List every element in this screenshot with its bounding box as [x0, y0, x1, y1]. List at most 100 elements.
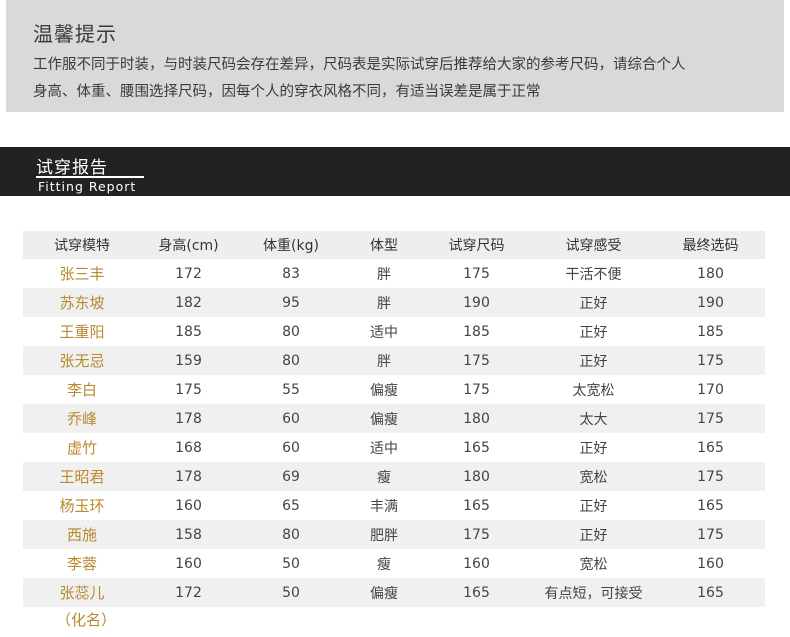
model-name-cell: 张无忌	[59, 352, 105, 370]
table-cell: 175	[463, 381, 490, 398]
notice-body: 工作服不同于时装，与时装尺码会存在差异，尺码表是实际试穿后推荐给大家的参考尺码，…	[33, 52, 778, 106]
table-cell: 正好	[579, 324, 608, 341]
table-cell: 178	[175, 410, 202, 427]
table-cell: 175	[697, 526, 724, 543]
table-body: 张三丰 172 83 胖 175 干活不便 180 苏东坡 182 95 胖 190 正好 190 王重阳 1…	[23, 259, 765, 607]
model-name-cell: 杨玉环	[59, 497, 105, 515]
table-row: 苏东坡 182 95 胖 190 正好 190	[23, 288, 765, 317]
table-cell: 正好	[579, 527, 608, 544]
table-cell: 165	[463, 584, 490, 601]
table-cell: 190	[697, 294, 724, 311]
alias-note: （化名）	[56, 611, 117, 629]
header-cell: 试穿尺码	[448, 238, 505, 254]
table-cell: 60	[282, 439, 300, 456]
table-cell: 160	[697, 555, 724, 572]
model-name-cell: 虚竹	[66, 439, 97, 457]
table-cell: 正好	[579, 353, 608, 370]
table-cell: 宽松	[579, 556, 608, 573]
table-row: 李白 175 55 偏瘦 175 太宽松 170	[23, 375, 765, 404]
table-cell: 165	[463, 439, 490, 456]
table-cell: 165	[697, 584, 724, 601]
table-cell: 168	[175, 439, 202, 456]
table-cell: 160	[175, 497, 202, 514]
model-name-cell: 王重阳	[59, 323, 105, 341]
fitting-table: 试穿模特 身高(cm) 体重(kg) 体型 试穿尺码 试穿感受 最终选码 张三丰…	[23, 231, 765, 607]
table-cell: 165	[697, 497, 724, 514]
table-cell: 丰满	[370, 498, 398, 515]
table-row: 虚竹 168 60 适中 165 正好 165	[23, 433, 765, 462]
notice-panel: 温馨提示 工作服不同于时装，与时装尺码会存在差异，尺码表是实际试穿后推荐给大家的…	[6, 0, 784, 112]
table-cell: 165	[697, 439, 724, 456]
table-cell: 158	[175, 526, 202, 543]
table-cell: 175	[463, 265, 490, 282]
table-row: 王昭君 178 69 瘦 180 宽松 175	[23, 462, 765, 491]
table-cell: 偏瘦	[370, 382, 398, 399]
table-row: 张三丰 172 83 胖 175 干活不便 180	[23, 259, 765, 288]
table-cell: 瘦	[377, 469, 391, 486]
table-row: 杨玉环 160 65 丰满 165 正好 165	[23, 491, 765, 520]
table-cell: 95	[282, 294, 300, 311]
table-cell: 180	[463, 468, 490, 485]
table-cell: 肥胖	[370, 527, 398, 544]
table-cell: 160	[463, 555, 490, 572]
table-cell: 185	[175, 323, 202, 340]
table-cell: 175	[463, 526, 490, 543]
notice-title: 温馨提示	[33, 22, 117, 46]
table-cell: 83	[282, 265, 300, 282]
table-cell: 165	[463, 497, 490, 514]
table-cell: 175	[697, 468, 724, 485]
table-row: 张无忌 159 80 胖 175 正好 175	[23, 346, 765, 375]
model-name-cell: 李蓉	[66, 555, 97, 573]
table-cell: 适中	[370, 324, 398, 341]
header-cell: 试穿模特	[54, 238, 110, 254]
model-name-cell: 张三丰	[59, 265, 105, 283]
table-cell: 180	[697, 265, 724, 282]
notice-line-2: 身高、体重、腰围选择尺码，因每个人的穿衣风格不同，有适当误差是属于正常	[33, 84, 541, 100]
table-cell: 太大	[579, 411, 608, 428]
table-cell: 172	[175, 584, 202, 601]
table-cell: 175	[697, 352, 724, 369]
table-cell: 干活不便	[565, 266, 622, 283]
table-cell: 159	[175, 352, 202, 369]
table-cell: 60	[282, 410, 300, 427]
table-row: 王重阳 185 80 适中 185 正好 185	[23, 317, 765, 346]
table-cell: 185	[697, 323, 724, 340]
table-cell: 宽松	[579, 469, 608, 486]
header-cell: 身高(cm)	[158, 238, 219, 254]
header-cell: 体型	[370, 238, 398, 254]
table-header-row: 试穿模特 身高(cm) 体重(kg) 体型 试穿尺码 试穿感受 最终选码	[23, 231, 765, 259]
table-cell: 69	[282, 468, 300, 485]
table-cell: 178	[175, 468, 202, 485]
table-cell: 65	[282, 497, 300, 514]
table-row: 李蓉 160 50 瘦 160 宽松 160	[23, 549, 765, 578]
table-cell: 正好	[579, 295, 608, 312]
table-cell: 适中	[370, 440, 398, 457]
banner-title-cn: 试穿报告	[36, 158, 108, 178]
table-cell: 80	[282, 323, 300, 340]
table-cell: 正好	[579, 440, 608, 457]
header-cell: 体重(kg)	[263, 238, 319, 254]
table-row: 乔峰 178 60 偏瘦 180 太大 175	[23, 404, 765, 433]
header-cell: 试穿感受	[565, 238, 622, 254]
table-cell: 175	[463, 352, 490, 369]
table-cell: 180	[463, 410, 490, 427]
table-cell: 185	[463, 323, 490, 340]
table-cell: 55	[282, 381, 300, 398]
table-cell: 172	[175, 265, 202, 282]
table-cell: 190	[463, 294, 490, 311]
table-cell: 瘦	[377, 556, 391, 573]
model-name-cell: 乔峰	[66, 410, 97, 428]
table-cell: 有点短，可接受	[544, 585, 643, 602]
table-cell: 胖	[377, 295, 391, 312]
table-cell: 偏瘦	[370, 585, 398, 602]
table-cell: 160	[175, 555, 202, 572]
table-cell: 175	[697, 410, 724, 427]
table-cell: 182	[175, 294, 202, 311]
table-cell: 80	[282, 352, 300, 369]
table-cell: 正好	[579, 498, 608, 515]
table-cell: 80	[282, 526, 300, 543]
banner-title-en: Fitting Report	[38, 179, 137, 194]
model-name-cell: 李白	[66, 381, 97, 399]
table-cell: 50	[282, 584, 300, 601]
model-name-cell: 张蕊儿	[59, 584, 105, 602]
